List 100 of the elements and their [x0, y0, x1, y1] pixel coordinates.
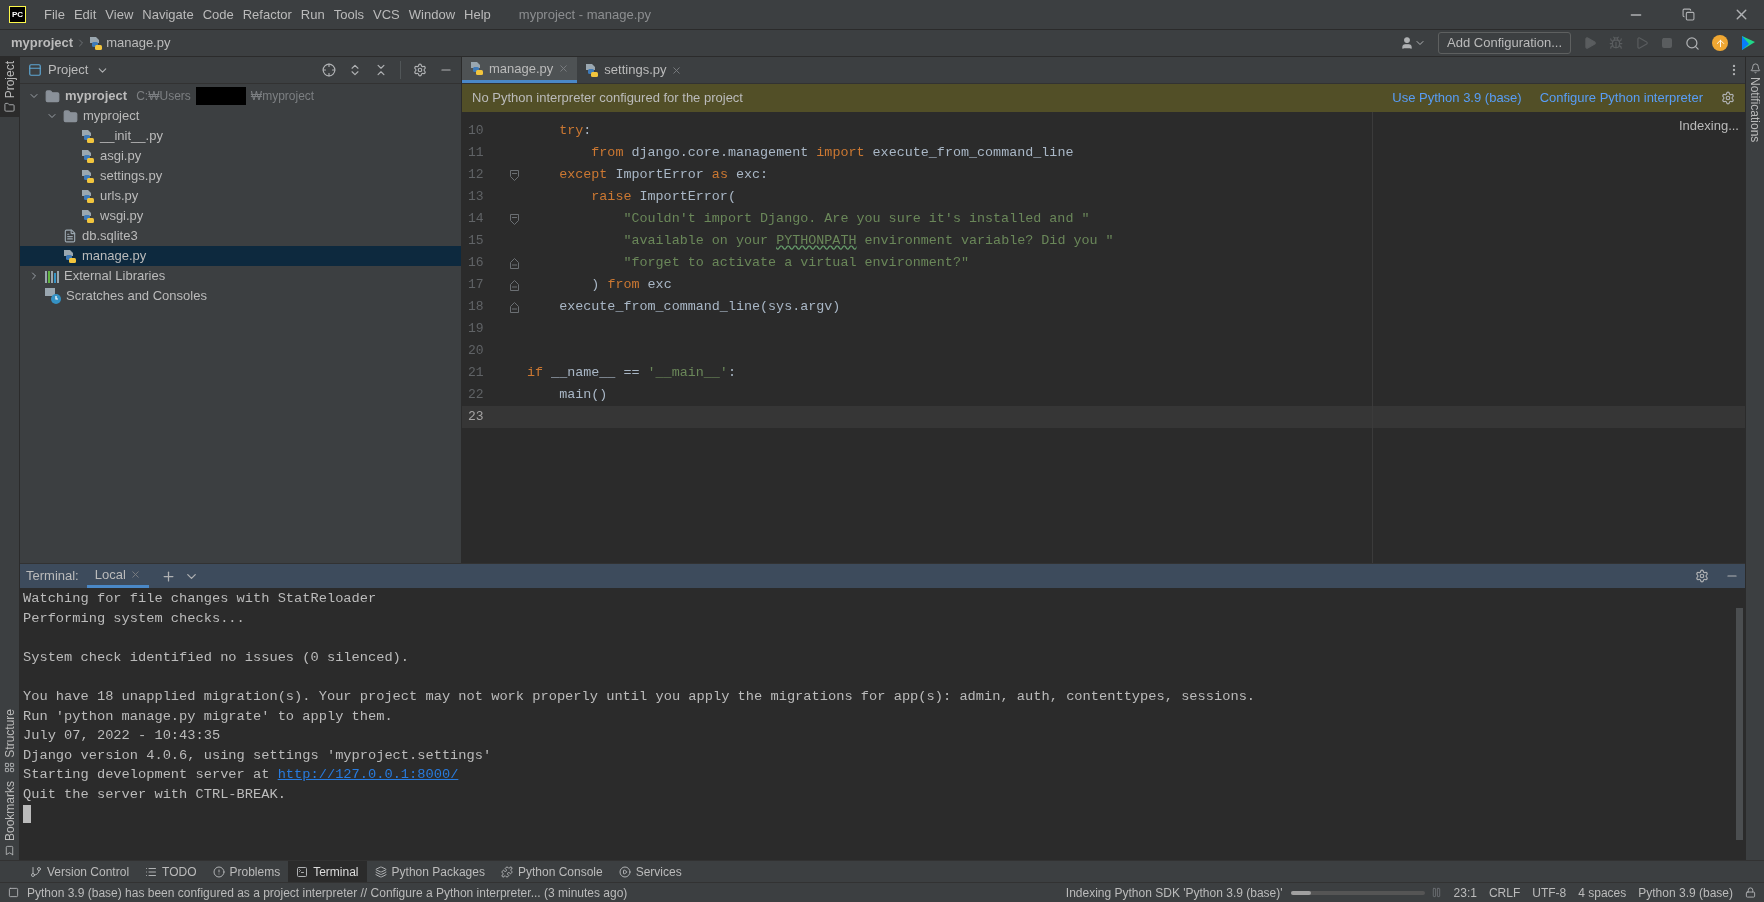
tree-item[interactable]: myproject C:₩Users ₩myproject: [20, 86, 461, 106]
panel-toggle-icon[interactable]: [8, 887, 19, 898]
tree-item[interactable]: wsgi.py: [20, 206, 461, 226]
tool-window-tab[interactable]: Bookmarks: [0, 776, 19, 860]
tree-item[interactable]: urls.py: [20, 186, 461, 206]
tool-window-button[interactable]: Python Packages: [366, 861, 493, 882]
status-item[interactable]: Python 3.9 (base): [1638, 883, 1733, 902]
fold-marker-icon[interactable]: [510, 301, 519, 313]
line-number: 23: [467, 408, 485, 427]
tool-window-button[interactable]: Terminal: [288, 861, 367, 882]
tree-item-label: Scratches and Consoles: [66, 287, 207, 306]
terminal-line: Starting development server at http://127.0.0.1:8000/: [23, 767, 459, 783]
tool-window-button[interactable]: Problems: [204, 861, 289, 882]
project-view-icon: [28, 63, 42, 77]
banner-link[interactable]: Use Python 3.9 (base): [1392, 88, 1522, 108]
menu-item[interactable]: Window: [404, 4, 460, 25]
window-title: myproject - manage.py: [518, 5, 652, 24]
tree-item[interactable]: settings.py: [20, 166, 461, 186]
package-folder-icon: [63, 108, 78, 124]
code-line: "Couldn't import Django. Are you sure it's installed and ": [623, 209, 1090, 228]
lock-icon[interactable]: [1745, 887, 1756, 898]
tree-item-label: myproject: [83, 107, 140, 126]
tree-item[interactable]: manage.py: [20, 246, 461, 266]
python-file-icon: [81, 208, 95, 224]
tool-window-tab[interactable]: Project: [0, 57, 19, 118]
python-file-icon: [81, 128, 95, 144]
line-number: 17: [467, 276, 485, 295]
add-icon[interactable]: [160, 568, 176, 584]
menu-item[interactable]: Code: [198, 4, 238, 25]
terminal-line: System check identified no issues (0 silenced).: [23, 649, 410, 665]
settings-icon[interactable]: [1721, 91, 1735, 105]
banner-link[interactable]: Configure Python interpreter: [1539, 88, 1703, 108]
collapse-all-icon[interactable]: [374, 63, 388, 77]
breadcrumb-item[interactable]: myproject: [11, 33, 74, 53]
pause-icon[interactable]: [1430, 887, 1442, 898]
text-cursor: [23, 805, 31, 824]
tool-window-button[interactable]: TODO: [137, 861, 205, 882]
tool-window-tab[interactable]: Notifications: [1746, 63, 1764, 143]
tree-item-label: wsgi.py: [100, 207, 144, 226]
fold-marker-icon[interactable]: [510, 279, 519, 291]
line-number: 21: [467, 364, 485, 383]
panel-title[interactable]: Project: [48, 60, 89, 80]
update-icon[interactable]: [1712, 35, 1728, 51]
folder-icon: [4, 102, 15, 114]
tree-item[interactable]: __init__.py: [20, 126, 461, 146]
editor-tab[interactable]: manage.py: [462, 57, 578, 83]
menu-item[interactable]: Help: [460, 4, 495, 25]
terminal-tab[interactable]: Local: [86, 564, 149, 588]
code-line: "available on your PYTHONPATH environment variable? Did you ": [623, 231, 1114, 250]
structure-icon: [4, 761, 15, 773]
tree-item[interactable]: Scratches and Consoles: [20, 286, 461, 306]
fold-marker-icon[interactable]: [510, 213, 519, 225]
code-line: execute_from_command_line(sys.argv): [559, 297, 841, 316]
fold-marker-icon[interactable]: [510, 257, 519, 269]
status-item[interactable]: UTF-8: [1532, 883, 1567, 902]
menu-item[interactable]: Run: [296, 4, 329, 25]
search-icon[interactable]: [1685, 35, 1700, 51]
tool-window-button[interactable]: Services: [610, 861, 690, 882]
scrollbar-thumb[interactable]: [1735, 608, 1743, 840]
path-text: ₩myproject: [250, 88, 315, 105]
terminal-line: Performing system checks...: [23, 610, 245, 626]
library-icon: [45, 269, 59, 283]
tree-item[interactable]: db.sqlite3: [20, 226, 461, 246]
menu-item[interactable]: Edit: [69, 4, 101, 25]
menu-item[interactable]: Navigate: [138, 4, 198, 25]
tool-window-tab[interactable]: Structure: [0, 705, 19, 777]
status-item[interactable]: 4 spaces: [1578, 883, 1627, 902]
settings-icon[interactable]: [1695, 569, 1709, 583]
menu-item[interactable]: Refactor: [238, 4, 296, 25]
close-icon[interactable]: [671, 64, 683, 76]
bell-icon: [1749, 63, 1761, 74]
indexing-label: Indexing...: [1679, 117, 1739, 135]
tool-window-button[interactable]: Version Control: [22, 861, 138, 882]
add-configuration-button[interactable]: Add Configuration...: [1438, 32, 1571, 54]
status-item[interactable]: CRLF: [1488, 883, 1521, 902]
app-logo-icon[interactable]: [1740, 35, 1756, 51]
restore-icon[interactable]: [1682, 8, 1695, 21]
url-link[interactable]: http://127.0.0.1:8000/: [277, 767, 459, 783]
menu-item[interactable]: File: [40, 4, 69, 25]
menu-item[interactable]: View: [101, 4, 138, 25]
tree-item[interactable]: External Libraries: [20, 266, 461, 286]
locate-icon[interactable]: [322, 63, 336, 77]
tree-item-label: urls.py: [100, 187, 139, 206]
tree-item[interactable]: asgi.py: [20, 146, 461, 166]
editor-tab[interactable]: settings.py: [577, 57, 691, 83]
code-line: "forget to activate a virtual environment?": [623, 253, 969, 272]
tree-item[interactable]: myproject: [20, 106, 461, 126]
banner-message: No Python interpreter configured for the project: [472, 89, 743, 108]
status-item[interactable]: 23:1: [1453, 883, 1477, 902]
line-number: 13: [467, 188, 485, 207]
breadcrumb-item[interactable]: manage.py: [106, 33, 171, 53]
settings-icon[interactable]: [413, 63, 427, 77]
fold-marker-icon[interactable]: [510, 169, 519, 181]
menu-item[interactable]: VCS: [369, 4, 404, 25]
close-icon[interactable]: [129, 569, 141, 580]
code-line: ) from exc: [591, 275, 672, 294]
tool-window-button[interactable]: Python Console: [492, 861, 611, 882]
menu-item[interactable]: Tools: [329, 4, 369, 25]
python-file-icon: [470, 61, 484, 76]
user-menu-icon[interactable]: [1400, 36, 1427, 50]
